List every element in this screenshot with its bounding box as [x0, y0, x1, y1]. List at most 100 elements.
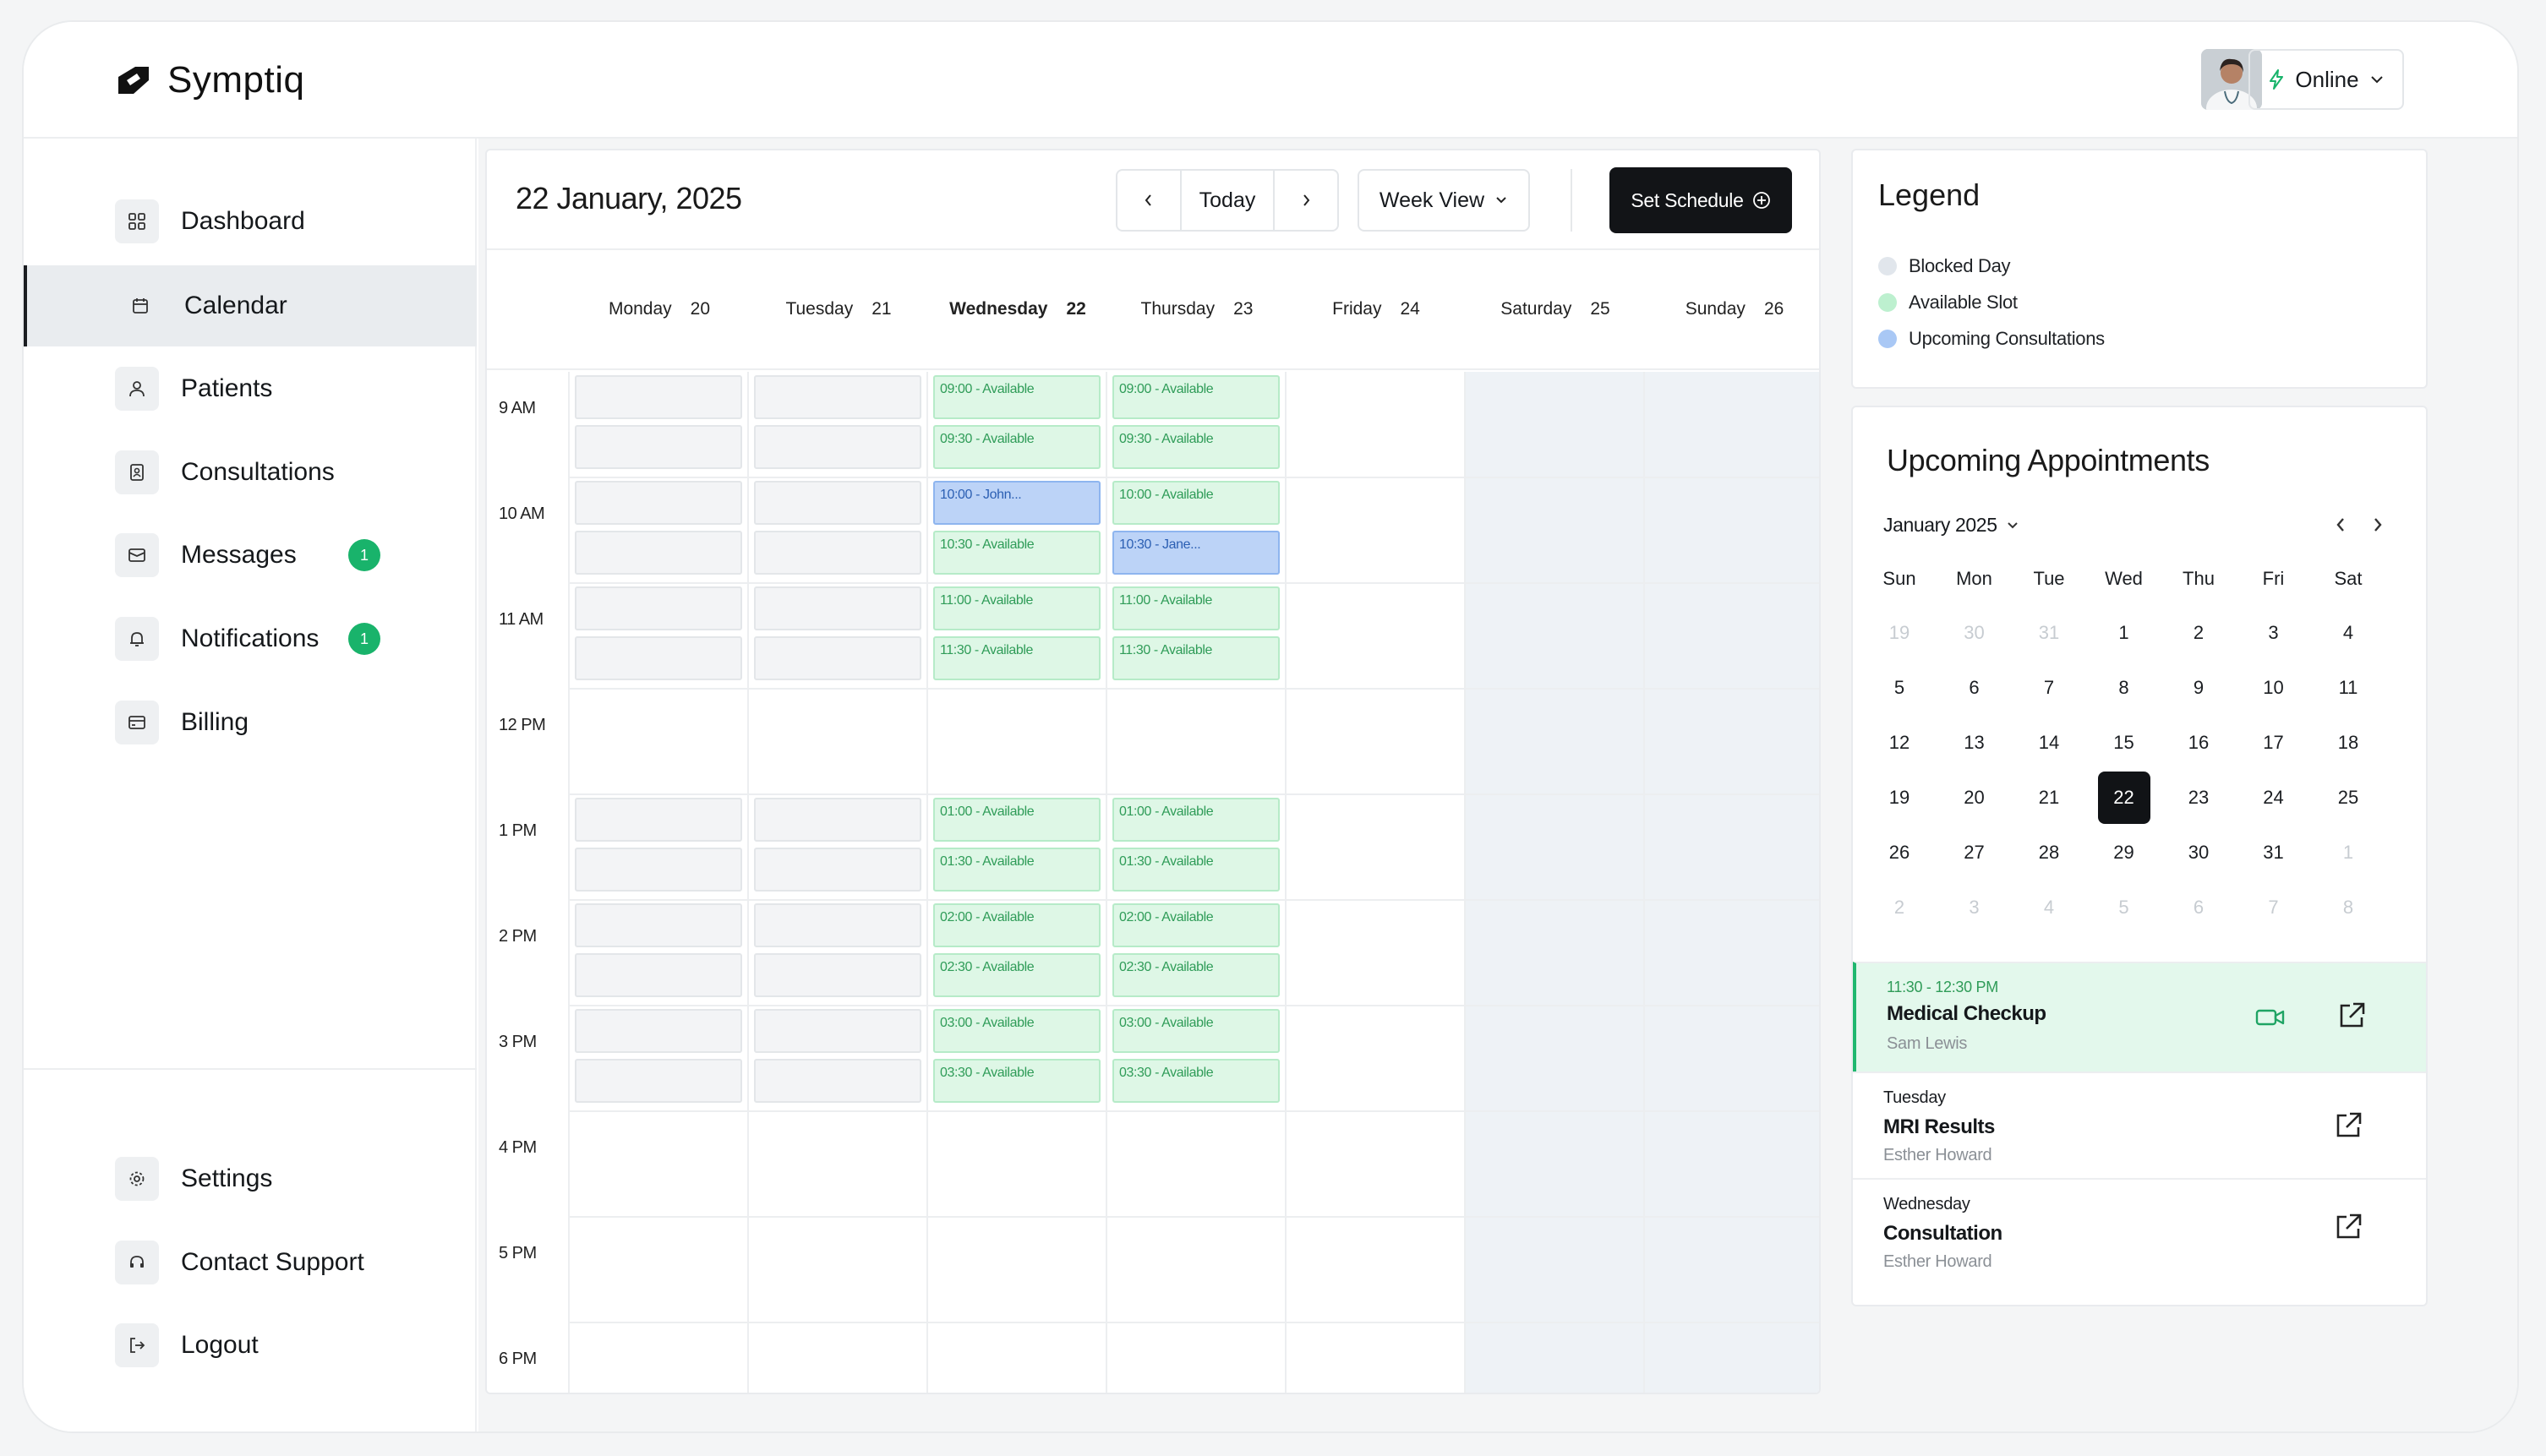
blocked-slot[interactable] — [575, 848, 742, 892]
calendar-day[interactable]: 31 — [2248, 826, 2300, 879]
calendar-day[interactable]: 26 — [1873, 826, 1926, 879]
available-slot[interactable]: 01:30 - Available — [933, 848, 1101, 892]
blocked-slot[interactable] — [754, 1059, 921, 1103]
calendar-day[interactable]: 15 — [2098, 717, 2150, 769]
calendar-day[interactable]: 1 — [2098, 607, 2150, 659]
blocked-slot[interactable] — [754, 1009, 921, 1053]
calendar-day[interactable]: 29 — [2098, 826, 2150, 879]
blocked-slot[interactable] — [575, 586, 742, 630]
day-header-sunday[interactable]: Sunday 26 — [1645, 299, 1819, 319]
calendar-day[interactable]: 27 — [1948, 826, 2001, 879]
sidebar-item-notifications[interactable]: Notifications 1 — [24, 598, 477, 679]
day-header-tuesday[interactable]: Tuesday 21 — [749, 299, 928, 319]
calendar-day[interactable]: 3 — [1948, 881, 2001, 934]
calendar-day[interactable]: 7 — [2248, 881, 2300, 934]
calendar-day[interactable]: 9 — [2172, 662, 2225, 714]
brand[interactable]: Symptiq — [115, 59, 304, 101]
available-slot[interactable]: 11:00 - Available — [1112, 586, 1280, 630]
available-slot[interactable]: 09:00 - Available — [933, 375, 1101, 419]
next-month-button[interactable] — [2370, 514, 2385, 541]
view-dropdown[interactable]: Week View — [1358, 169, 1530, 232]
available-slot[interactable]: 10:30 - Available — [933, 531, 1101, 575]
blocked-slot[interactable] — [575, 636, 742, 680]
calendar-day[interactable]: 4 — [2023, 881, 2075, 934]
sidebar-item-contact-support[interactable]: Contact Support — [24, 1222, 477, 1303]
blocked-slot[interactable] — [575, 375, 742, 419]
sidebar-item-logout[interactable]: Logout — [24, 1305, 477, 1386]
appointment-item[interactable]: 11:30 - 12:30 PM Medical Checkup Sam Lew… — [1853, 962, 2426, 1072]
available-slot[interactable]: 03:00 - Available — [1112, 1009, 1280, 1053]
video-call-icon[interactable] — [2254, 1001, 2287, 1034]
available-slot[interactable]: 01:30 - Available — [1112, 848, 1280, 892]
calendar-day[interactable]: 16 — [2172, 717, 2225, 769]
blocked-slot[interactable] — [575, 481, 742, 525]
available-slot[interactable]: 03:30 - Available — [1112, 1059, 1280, 1103]
calendar-day[interactable]: 6 — [2172, 881, 2225, 934]
calendar-day[interactable]: 12 — [1873, 717, 1926, 769]
calendar-day[interactable]: 11 — [2322, 662, 2374, 714]
sidebar-item-consultations[interactable]: Consultations — [24, 432, 477, 513]
day-header-friday[interactable]: Friday 24 — [1287, 299, 1466, 319]
calendar-day[interactable]: 13 — [1948, 717, 2001, 769]
sidebar-item-messages[interactable]: Messages 1 — [24, 515, 477, 596]
calendar-day[interactable]: 14 — [2023, 717, 2075, 769]
prev-week-button[interactable] — [1117, 171, 1180, 230]
blocked-slot[interactable] — [754, 375, 921, 419]
available-slot[interactable]: 02:00 - Available — [1112, 903, 1280, 947]
calendar-day[interactable]: 17 — [2248, 717, 2300, 769]
calendar-day[interactable]: 30 — [2172, 826, 2225, 879]
calendar-day[interactable]: 7 — [2023, 662, 2075, 714]
calendar-day[interactable]: 25 — [2322, 772, 2374, 824]
sidebar-item-calendar[interactable]: Calendar — [24, 265, 477, 346]
day-header-wednesday[interactable]: Wednesday 22 — [928, 299, 1107, 319]
calendar-day[interactable]: 8 — [2098, 662, 2150, 714]
sidebar-item-dashboard[interactable]: Dashboard — [24, 181, 477, 262]
set-schedule-button[interactable]: Set Schedule — [1609, 167, 1792, 233]
booked-slot[interactable]: 10:30 - Jane... — [1112, 531, 1280, 575]
calendar-day[interactable]: 6 — [1948, 662, 2001, 714]
external-link-icon[interactable] — [2331, 1210, 2365, 1244]
sidebar-item-billing[interactable]: Billing — [24, 682, 477, 763]
available-slot[interactable]: 10:00 - Available — [1112, 481, 1280, 525]
available-slot[interactable]: 03:00 - Available — [933, 1009, 1101, 1053]
calendar-day[interactable]: 10 — [2248, 662, 2300, 714]
available-slot[interactable]: 02:30 - Available — [933, 953, 1101, 997]
available-slot[interactable]: 09:30 - Available — [933, 425, 1101, 469]
appointment-item[interactable]: Wednesday Consultation Esther Howard — [1853, 1178, 2426, 1284]
calendar-day[interactable]: 3 — [2248, 607, 2300, 659]
available-slot[interactable]: 02:00 - Available — [933, 903, 1101, 947]
calendar-day[interactable]: 19 — [1873, 772, 1926, 824]
calendar-day[interactable]: 5 — [1873, 662, 1926, 714]
calendar-day[interactable]: 1 — [2322, 826, 2374, 879]
blocked-slot[interactable] — [575, 798, 742, 842]
available-slot[interactable]: 01:00 - Available — [1112, 798, 1280, 842]
blocked-slot[interactable] — [754, 798, 921, 842]
calendar-day[interactable]: 5 — [2098, 881, 2150, 934]
calendar-day[interactable]: 31 — [2023, 607, 2075, 659]
calendar-day[interactable]: 28 — [2023, 826, 2075, 879]
available-slot[interactable]: 09:00 - Available — [1112, 375, 1280, 419]
blocked-slot[interactable] — [754, 586, 921, 630]
blocked-slot[interactable] — [754, 531, 921, 575]
calendar-day[interactable]: 20 — [1948, 772, 2001, 824]
blocked-slot[interactable] — [575, 1059, 742, 1103]
blocked-slot[interactable] — [754, 636, 921, 680]
month-selector[interactable]: January 2025 — [1883, 514, 2019, 537]
blocked-slot[interactable] — [575, 1009, 742, 1053]
available-slot[interactable]: 02:30 - Available — [1112, 953, 1280, 997]
day-header-monday[interactable]: Monday 20 — [570, 299, 749, 319]
today-button[interactable]: Today — [1180, 171, 1275, 230]
external-link-icon[interactable] — [2335, 999, 2368, 1033]
blocked-slot[interactable] — [754, 953, 921, 997]
prev-month-button[interactable] — [2333, 514, 2348, 541]
available-slot[interactable]: 11:00 - Available — [933, 586, 1101, 630]
booked-slot[interactable]: 10:00 - John... — [933, 481, 1101, 525]
next-week-button[interactable] — [1275, 171, 1337, 230]
available-slot[interactable]: 11:30 - Available — [933, 636, 1101, 680]
external-link-icon[interactable] — [2331, 1109, 2365, 1142]
appointment-item[interactable]: Tuesday MRI Results Esther Howard — [1853, 1072, 2426, 1178]
calendar-day[interactable]: 4 — [2322, 607, 2374, 659]
sidebar-item-settings[interactable]: Settings — [24, 1138, 477, 1219]
calendar-day[interactable]: 18 — [2322, 717, 2374, 769]
sidebar-item-patients[interactable]: Patients — [24, 348, 477, 429]
